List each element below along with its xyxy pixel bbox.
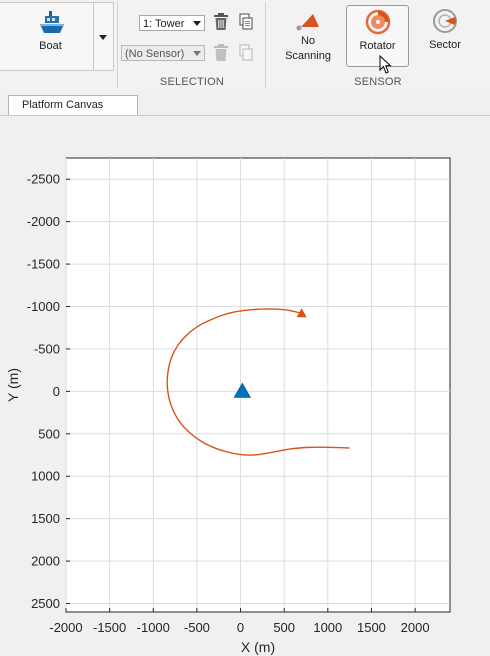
boat-button[interactable]: Boat <box>0 2 94 71</box>
y-tick-label: -1000 <box>27 299 60 314</box>
divider <box>117 2 118 88</box>
x-tick-label: 2000 <box>401 620 430 635</box>
x-tick-label: -500 <box>184 620 210 635</box>
x-tick-label: 1500 <box>357 620 386 635</box>
sector-label: Sector <box>429 39 461 51</box>
no-scanning-button[interactable]: No Scanning <box>272 5 344 67</box>
rotator-label: Rotator <box>359 40 396 52</box>
boat-label: Boat <box>39 40 62 52</box>
y-tick-label: 1500 <box>31 511 60 526</box>
x-tick-label: -1500 <box>93 620 126 635</box>
y-axis-label: Y (m) <box>5 368 21 402</box>
chevron-down-icon <box>193 51 201 56</box>
sensor-select[interactable]: (No Sensor) <box>121 45 205 61</box>
sector-button[interactable]: Sector <box>413 5 477 67</box>
sensor-section-label: SENSOR <box>354 76 402 88</box>
plot-area <box>65 157 451 613</box>
copy-sensor-icon <box>239 44 253 61</box>
x-tick-label: 0 <box>237 620 244 635</box>
y-tick-label: 500 <box>38 426 60 441</box>
delete-sensor-trash-icon <box>214 44 228 61</box>
x-tick-label: -2000 <box>49 620 82 635</box>
no-scanning-label: No Scanning <box>285 35 331 62</box>
rotator-button[interactable]: Rotator <box>346 5 409 67</box>
platform-canvas-plot[interactable]: -2000 -1500 -1000 -500 0 500 1000 1500 2000 -2500… <box>0 116 490 656</box>
chevron-down-icon <box>99 35 107 40</box>
delete-platform-trash-icon[interactable] <box>212 12 230 32</box>
chevron-down-icon <box>193 21 201 26</box>
sensor-select-value: (No Sensor) <box>125 48 185 60</box>
y-tick-label: -2500 <box>27 172 60 187</box>
toolstrip: Boat 1: Tower (No Sensor) SELECTION No S… <box>0 0 490 91</box>
x-axis-label: X (m) <box>241 639 275 655</box>
mouse-cursor-icon <box>379 55 392 74</box>
sector-icon <box>433 9 457 33</box>
y-tick-label: -500 <box>34 341 60 356</box>
y-tick-label: 2500 <box>31 596 60 611</box>
x-tick-label: 500 <box>273 620 295 635</box>
platform-dropdown-button[interactable] <box>93 2 114 71</box>
platform-select[interactable]: 1: Tower <box>139 15 205 31</box>
tab-platform-canvas[interactable]: Platform Canvas <box>8 95 138 115</box>
platform-canvas-panel: -2000 -1500 -1000 -500 0 500 1000 1500 2000 -2500… <box>0 116 490 656</box>
platform-select-value: 1: Tower <box>143 18 185 30</box>
copy-platform-icon[interactable] <box>238 13 254 31</box>
x-tick-label: 1000 <box>313 620 342 635</box>
boat-icon <box>40 11 64 33</box>
selection-section-label: SELECTION <box>159 76 225 88</box>
no-scanning-icon <box>296 14 319 31</box>
document-tabbar: Platform Canvas <box>0 90 490 116</box>
rotator-icon <box>365 9 390 35</box>
x-tick-label: -1000 <box>137 620 170 635</box>
y-tick-label: 0 <box>53 384 60 399</box>
y-tick-label: 1000 <box>31 469 60 484</box>
y-tick-label: -2000 <box>27 214 60 229</box>
y-tick-label: 2000 <box>31 554 60 569</box>
y-tick-label: -1500 <box>27 257 60 272</box>
